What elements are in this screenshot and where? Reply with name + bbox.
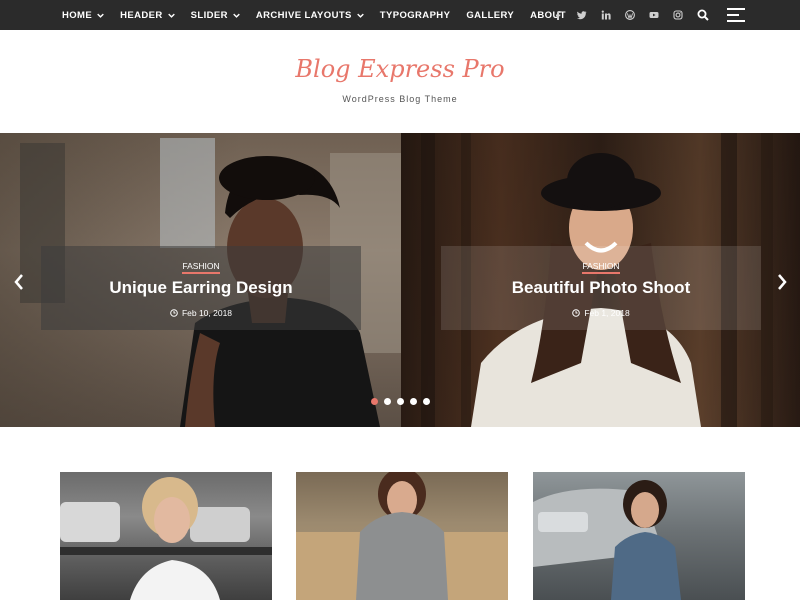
nav-item-label: SLIDER bbox=[190, 9, 228, 21]
nav-item-archive-layouts[interactable]: ARCHIVE LAYOUTS bbox=[256, 10, 364, 21]
site-title[interactable]: Blog Express Pro bbox=[0, 55, 800, 83]
main-menu: HOME HEADER SLIDER ARCHIVE LAYOUTS TYPOG… bbox=[62, 0, 582, 30]
youtube-icon[interactable] bbox=[648, 9, 660, 21]
slider-dot[interactable] bbox=[410, 398, 417, 405]
clock-icon bbox=[572, 309, 581, 317]
previous-slide-arrow-icon[interactable] bbox=[12, 273, 26, 291]
nav-item-header[interactable]: HEADER bbox=[120, 10, 175, 21]
facebook-icon[interactable] bbox=[552, 9, 564, 21]
category-link[interactable]: FASHION bbox=[41, 261, 361, 274]
wordpress-icon[interactable] bbox=[624, 9, 636, 21]
instagram-icon[interactable] bbox=[672, 9, 684, 21]
post-image bbox=[533, 480, 681, 600]
post-date: Feb 1, 2018 bbox=[441, 308, 761, 318]
slider-dot[interactable] bbox=[397, 398, 404, 405]
slide-title[interactable]: Unique Earring Design bbox=[41, 278, 361, 298]
nav-item-gallery[interactable]: GALLERY bbox=[466, 10, 514, 21]
social-links bbox=[552, 0, 696, 30]
slider-dot[interactable] bbox=[384, 398, 391, 405]
nav-item-slider[interactable]: SLIDER bbox=[191, 10, 240, 21]
next-slide-arrow-icon[interactable] bbox=[775, 273, 789, 291]
category-label: FASHION bbox=[582, 261, 620, 274]
nav-item-home[interactable]: HOME bbox=[62, 10, 104, 21]
post-thumbnail[interactable] bbox=[533, 472, 745, 600]
nav-item-label: HEADER bbox=[120, 9, 163, 21]
chevron-down-icon bbox=[357, 12, 364, 19]
hamburger-menu-icon[interactable] bbox=[727, 8, 747, 22]
nav-item-label: GALLERY bbox=[466, 9, 515, 21]
category-label: FASHION bbox=[182, 261, 220, 274]
post-image bbox=[60, 477, 272, 600]
slide-title[interactable]: Beautiful Photo Shoot bbox=[441, 278, 761, 298]
nav-item-label: HOME bbox=[62, 9, 93, 21]
site-branding: Blog Express Pro WordPress Blog Theme bbox=[0, 30, 800, 133]
chevron-down-icon bbox=[233, 12, 240, 19]
site-tagline: WordPress Blog Theme bbox=[342, 94, 458, 104]
nav-item-typography[interactable]: TYPOGRAPHY bbox=[380, 10, 451, 21]
chevron-down-icon bbox=[97, 12, 104, 19]
nav-item-label: TYPOGRAPHY bbox=[379, 9, 451, 21]
clock-icon bbox=[170, 309, 178, 317]
slider-dot[interactable] bbox=[423, 398, 430, 405]
nav-item-label: ARCHIVE LAYOUTS bbox=[255, 9, 352, 21]
post-image bbox=[296, 472, 508, 600]
slider-dot[interactable] bbox=[371, 398, 378, 405]
featured-slider: FASHION Unique Earring Design Feb 10, 20… bbox=[0, 133, 800, 427]
category-link[interactable]: FASHION bbox=[441, 261, 761, 274]
slide-beautiful-photo-shoot[interactable]: FASHION Beautiful Photo Shoot Feb 1, 201… bbox=[401, 133, 800, 427]
post-thumbnail[interactable] bbox=[60, 472, 272, 600]
top-navigation-bar: HOME HEADER SLIDER ARCHIVE LAYOUTS TYPOG… bbox=[0, 0, 800, 30]
twitter-icon[interactable] bbox=[576, 9, 588, 21]
search-icon[interactable] bbox=[697, 8, 709, 21]
slider-pagination bbox=[371, 398, 436, 405]
chevron-down-icon bbox=[167, 12, 175, 19]
post-date: Feb 10, 2018 bbox=[41, 308, 361, 318]
post-date-text: Feb 1, 2018 bbox=[584, 308, 630, 318]
slide-caption: FASHION Unique Earring Design Feb 10, 20… bbox=[41, 246, 361, 330]
slide-unique-earring-design[interactable]: FASHION Unique Earring Design Feb 10, 20… bbox=[0, 133, 401, 427]
post-date-text: Feb 10, 2018 bbox=[181, 308, 233, 318]
linkedin-icon[interactable] bbox=[600, 9, 612, 21]
slide-caption: FASHION Beautiful Photo Shoot Feb 1, 201… bbox=[441, 246, 761, 330]
post-thumbnail[interactable] bbox=[296, 472, 508, 600]
